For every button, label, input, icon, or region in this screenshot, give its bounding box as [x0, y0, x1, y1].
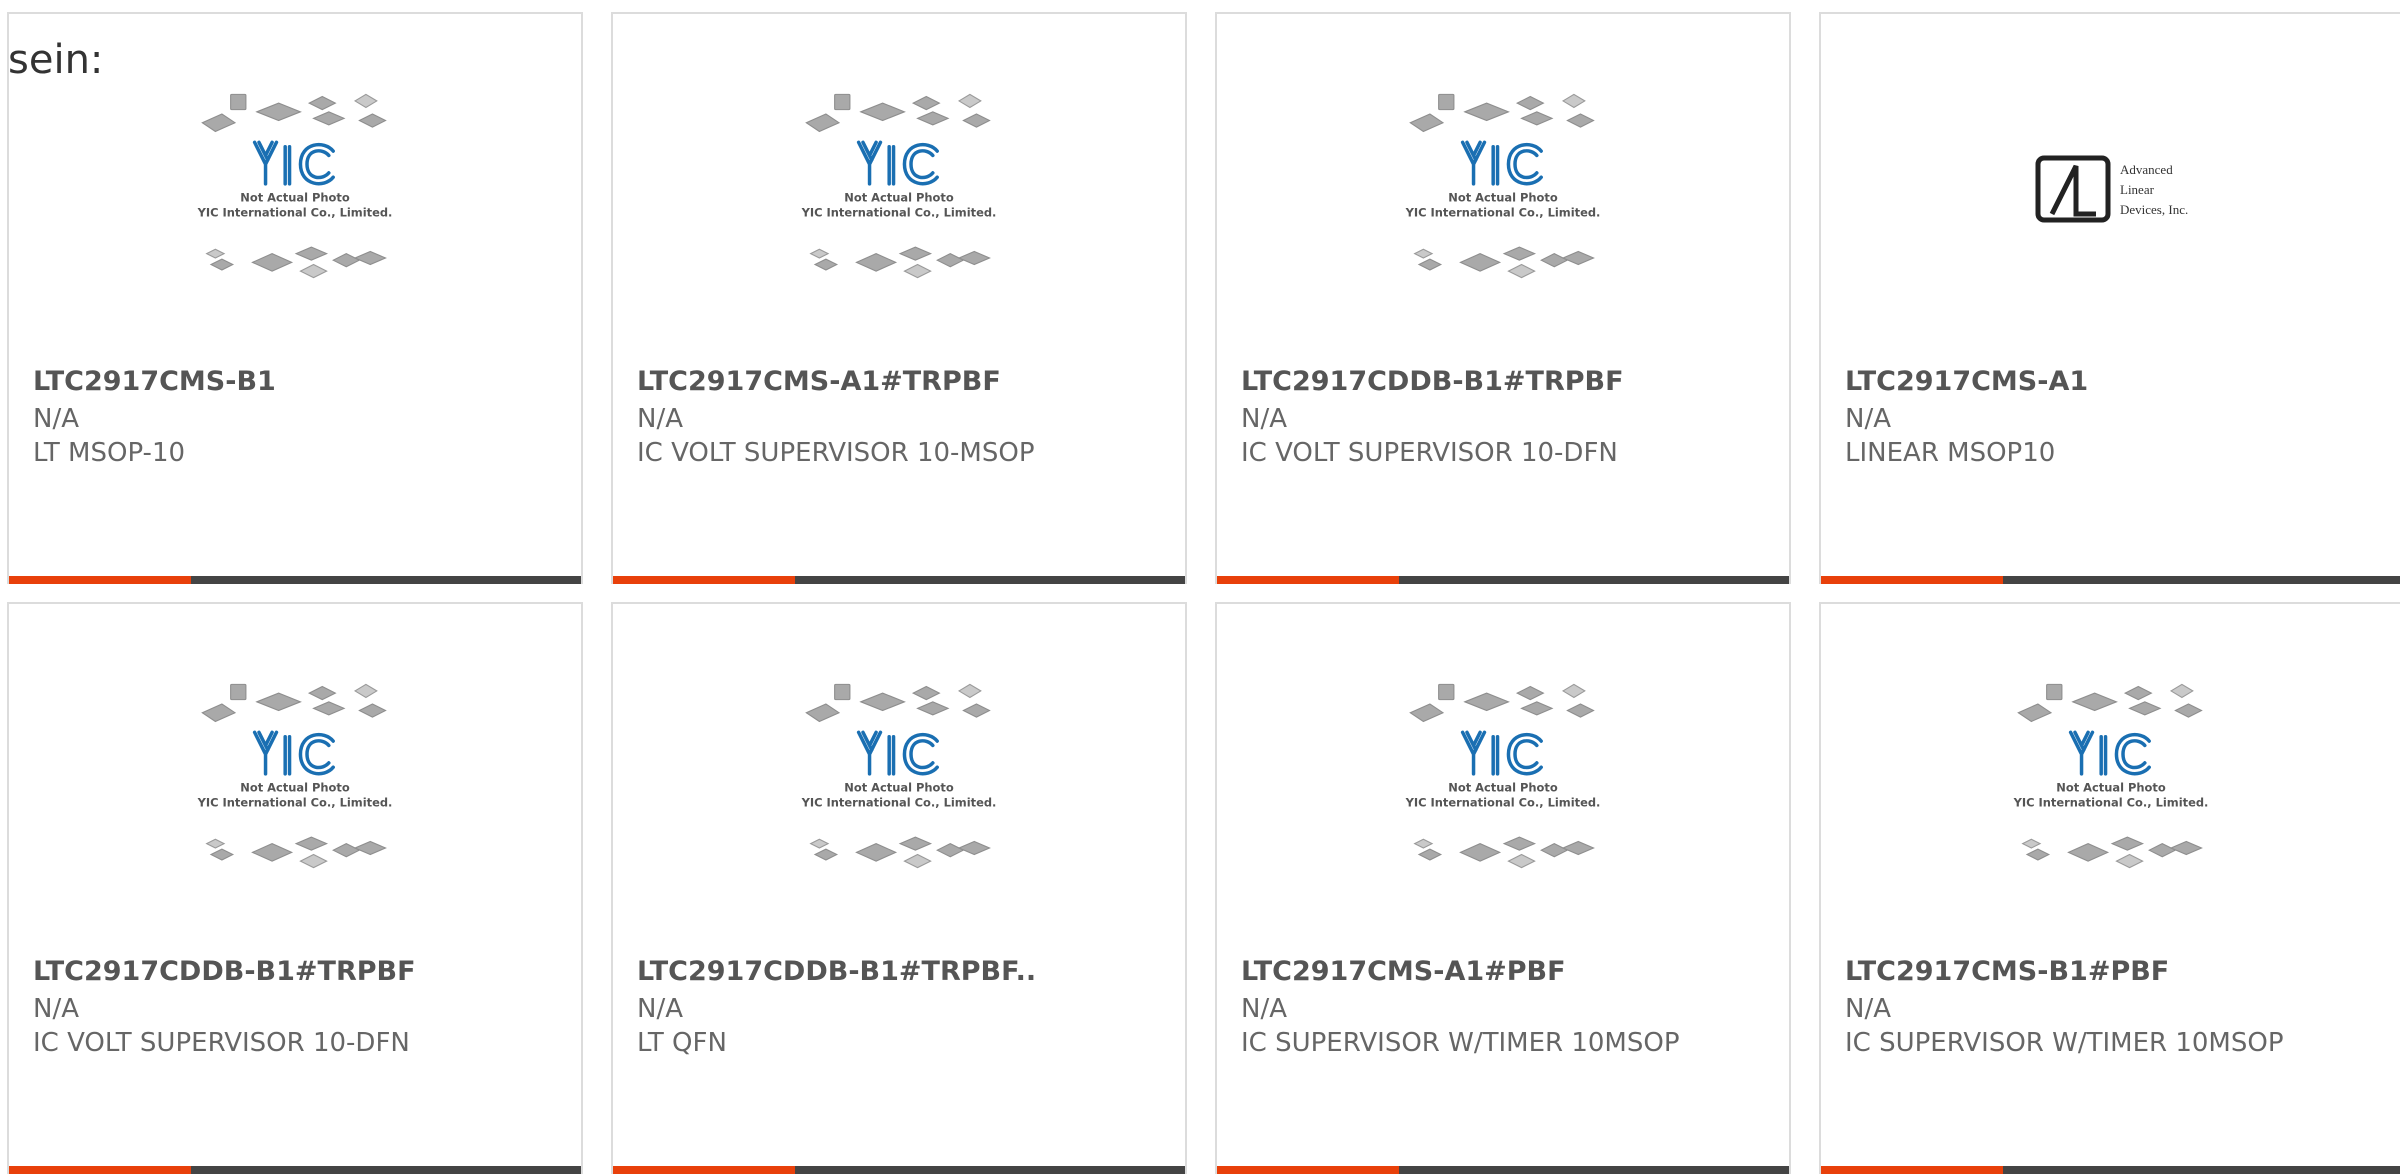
chip-icons-bottom: [205, 836, 387, 869]
card-footer-bar: [613, 1166, 1185, 1174]
svg-text:Not Actual Photo: Not Actual Photo: [1448, 780, 1558, 794]
product-part-number[interactable]: LTC2917CMS-B1#PBF: [1845, 956, 2169, 987]
svg-text:Not Actual Photo: Not Actual Photo: [240, 190, 350, 204]
svg-text:Advanced: Advanced: [2120, 162, 2173, 177]
card-footer-bar: [1821, 576, 2400, 584]
svg-text:Not Actual Photo: Not Actual Photo: [1448, 190, 1558, 204]
product-image: Not Actual Photo YIC International Co., …: [1217, 90, 1789, 358]
product-card[interactable]: Not Actual Photo YIC International Co., …: [611, 12, 1187, 584]
yic-logo: [1460, 140, 1543, 186]
card-footer-bar: [613, 576, 1185, 584]
product-image: Advanced Linear Devices, Inc.: [1821, 90, 2400, 358]
svg-text:YIC International Co., Limited: YIC International Co., Limited.: [801, 796, 997, 810]
card-footer-bar: [1217, 1166, 1789, 1174]
yic-logo: [1460, 730, 1543, 776]
product-description: IC SUPERVISOR W/TIMER 10MSOP: [1845, 1028, 2284, 1058]
product-part-number[interactable]: LTC2917CMS-B1: [33, 366, 276, 397]
product-part-number[interactable]: LTC2917CMS-A1: [1845, 366, 2088, 397]
product-card[interactable]: Not Actual Photo YIC International Co., …: [1215, 602, 1791, 1174]
chip-icons-bottom: [809, 246, 991, 279]
product-part-number[interactable]: LTC2917CDDB-B1#TRPBF: [1241, 366, 1624, 397]
svg-text:YIC International Co., Limited: YIC International Co., Limited.: [1405, 796, 1601, 810]
product-manufacturer: N/A: [1241, 404, 1287, 434]
yic-logo: [856, 140, 939, 186]
product-manufacturer: N/A: [33, 404, 79, 434]
chip-icons-top: [201, 93, 387, 133]
product-description: IC SUPERVISOR W/TIMER 10MSOP: [1241, 1028, 1680, 1058]
card-footer-bar: [9, 1166, 581, 1174]
svg-text:Not Actual Photo: Not Actual Photo: [2056, 780, 2166, 794]
product-description: IC VOLT SUPERVISOR 10-DFN: [33, 1028, 410, 1058]
product-part-number[interactable]: LTC2917CMS-A1#PBF: [1241, 956, 1566, 987]
product-manufacturer: N/A: [637, 404, 683, 434]
product-description: IC VOLT SUPERVISOR 10-MSOP: [637, 438, 1035, 468]
product-image: Not Actual Photo YIC International Co., …: [613, 90, 1185, 358]
chip-icons-top: [1409, 683, 1595, 723]
chip-icons-bottom: [205, 246, 387, 279]
product-card[interactable]: Not Actual Photo YIC International Co., …: [7, 602, 583, 1174]
yic-logo: [856, 730, 939, 776]
yic-logo: [252, 730, 335, 776]
chip-icons-bottom: [1413, 836, 1595, 869]
chip-icons-bottom: [809, 836, 991, 869]
product-manufacturer: N/A: [33, 994, 79, 1024]
product-description: LT QFN: [637, 1028, 727, 1058]
chip-icons-top: [805, 683, 991, 723]
svg-text:YIC International Co., Limited: YIC International Co., Limited.: [801, 206, 997, 220]
yic-logo: [2068, 730, 2151, 776]
product-manufacturer: N/A: [1845, 404, 1891, 434]
chip-icons-bottom: [2020, 836, 2203, 869]
svg-text:YIC International Co., Limited: YIC International Co., Limited.: [1405, 206, 1601, 220]
product-card[interactable]: Advanced Linear Devices, Inc. LTC2917CMS…: [1819, 12, 2400, 584]
product-image: Not Actual Photo YIC International Co., …: [9, 680, 581, 948]
product-image: Not Actual Photo YIC International Co., …: [9, 90, 581, 358]
svg-text:Devices, Inc.: Devices, Inc.: [2120, 202, 2188, 217]
product-part-number[interactable]: LTC2917CDDB-B1#TRPBF..: [637, 956, 1036, 987]
chip-icons-top: [2016, 683, 2203, 723]
chip-icons-top: [1409, 93, 1595, 133]
product-card[interactable]: Not Actual Photo YIC International Co., …: [7, 12, 583, 584]
product-description: LINEAR MSOP10: [1845, 438, 2056, 468]
product-image: Not Actual Photo YIC International Co., …: [613, 680, 1185, 948]
product-image: Not Actual Photo YIC International Co., …: [1217, 680, 1789, 948]
product-part-number[interactable]: LTC2917CMS-A1#TRPBF: [637, 366, 1001, 397]
card-footer-bar: [9, 576, 581, 584]
card-footer-bar: [1821, 1166, 2400, 1174]
product-card[interactable]: Not Actual Photo YIC International Co., …: [1819, 602, 2400, 1174]
chip-icons-top: [201, 683, 387, 723]
yic-logo: [252, 140, 335, 186]
svg-text:Not Actual Photo: Not Actual Photo: [844, 190, 954, 204]
chip-icons-bottom: [1413, 246, 1595, 279]
product-manufacturer: N/A: [1241, 994, 1287, 1024]
product-description: IC VOLT SUPERVISOR 10-DFN: [1241, 438, 1618, 468]
svg-text:YIC International Co., Limited: YIC International Co., Limited.: [197, 206, 393, 220]
card-footer-bar: [1217, 576, 1789, 584]
svg-text:YIC International Co., Limited: YIC International Co., Limited.: [197, 796, 393, 810]
chip-icons-top: [805, 93, 991, 133]
svg-text:Not Actual Photo: Not Actual Photo: [240, 780, 350, 794]
svg-text:Linear: Linear: [2120, 182, 2155, 197]
product-description: LT MSOP-10: [33, 438, 186, 468]
svg-text:Not Actual Photo: Not Actual Photo: [844, 780, 954, 794]
product-image: Not Actual Photo YIC International Co., …: [1821, 680, 2400, 948]
product-manufacturer: N/A: [637, 994, 683, 1024]
intro-text: sein:: [8, 37, 104, 83]
product-part-number[interactable]: LTC2917CDDB-B1#TRPBF: [33, 956, 416, 987]
product-manufacturer: N/A: [1845, 994, 1891, 1024]
product-card[interactable]: Not Actual Photo YIC International Co., …: [1215, 12, 1791, 584]
svg-text:YIC International Co., Limited: YIC International Co., Limited.: [2012, 796, 2208, 810]
product-card[interactable]: Not Actual Photo YIC International Co., …: [611, 602, 1187, 1174]
